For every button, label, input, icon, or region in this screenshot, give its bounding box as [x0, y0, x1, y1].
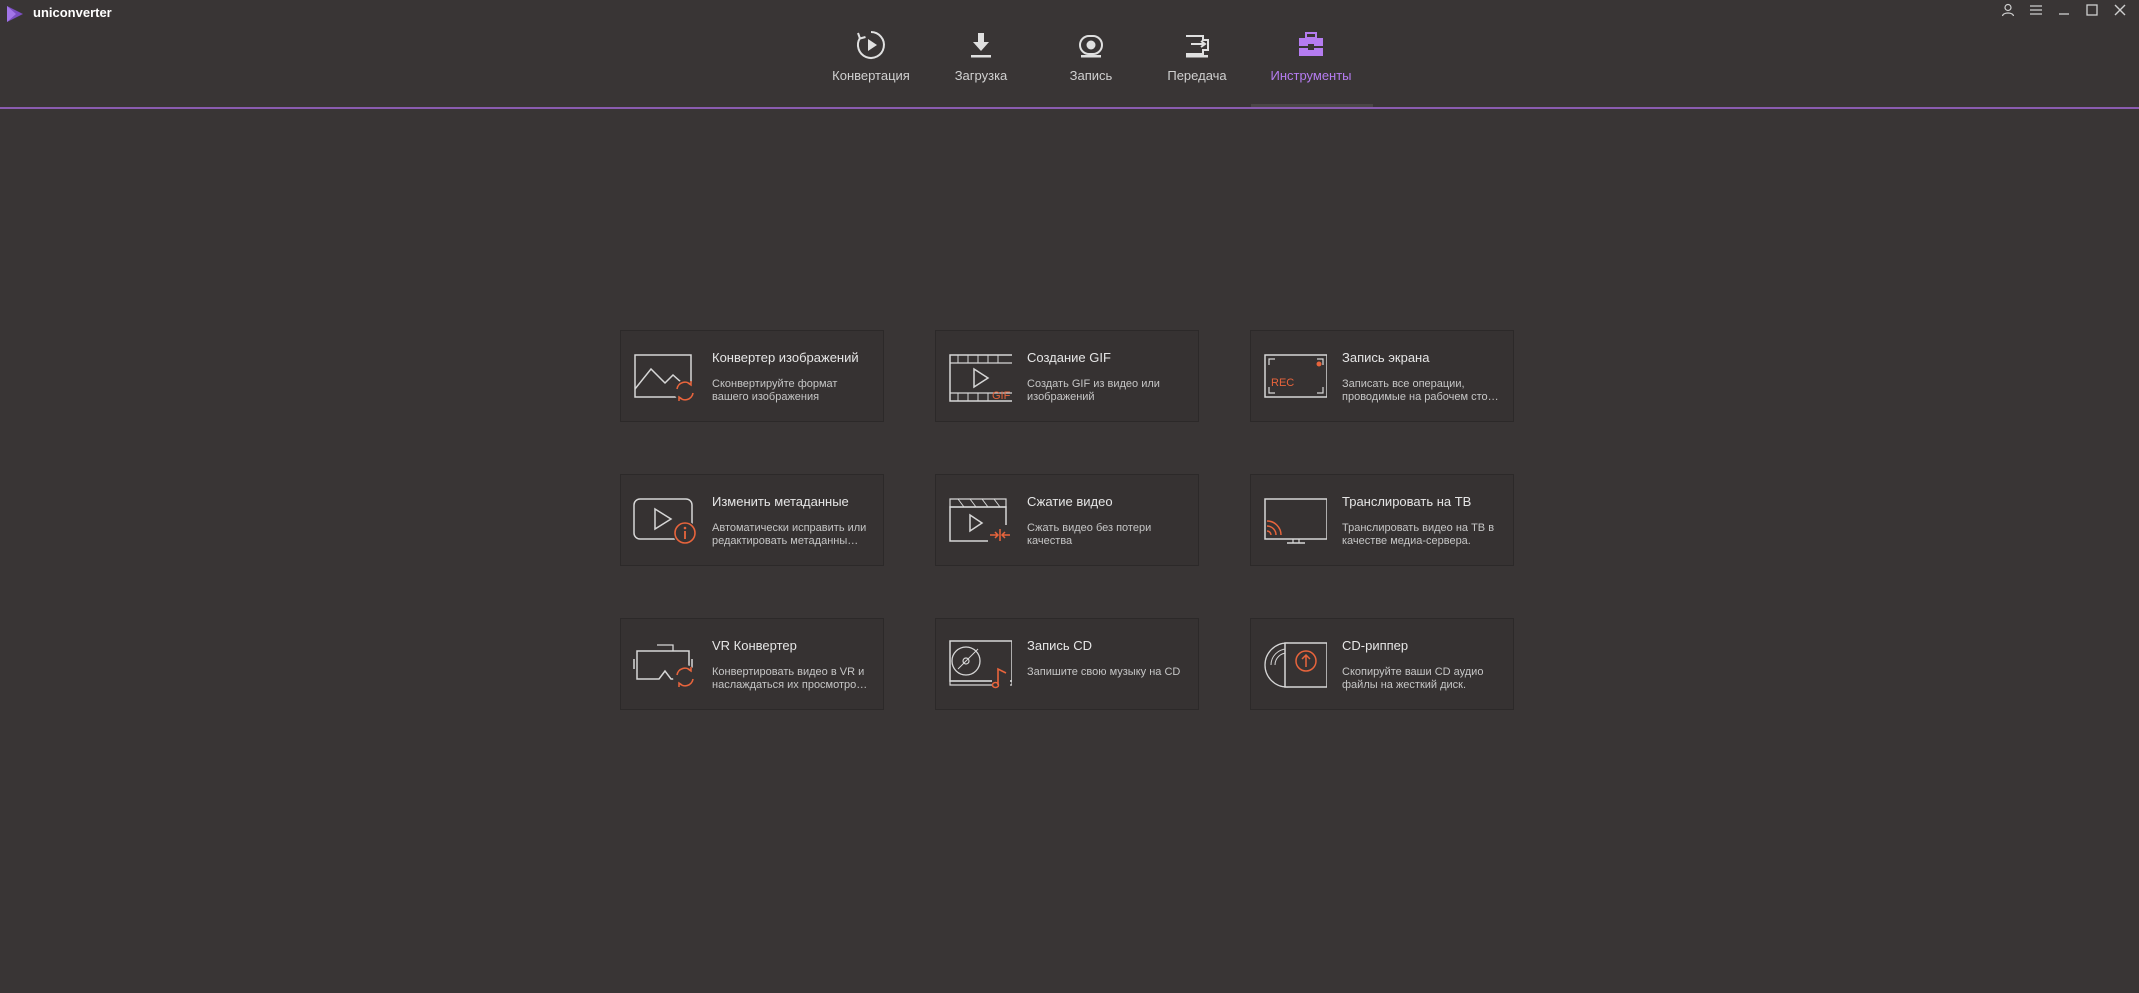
- tool-title: CD-риппер: [1342, 638, 1409, 653]
- tool-title: Транслировать на ТВ: [1342, 494, 1472, 509]
- tab-label: Передача: [1167, 68, 1227, 83]
- tool-title: Конвертер изображений: [712, 350, 859, 365]
- tool-card-cd-ripper[interactable]: CD-риппер Скопируйте ваши CD аудио файлы…: [1250, 618, 1514, 710]
- tool-description: Конвертировать видео в VR и наслаждаться…: [712, 666, 868, 691]
- compress-icon: [949, 498, 1012, 545]
- nav-divider: [0, 107, 2139, 109]
- tool-description: Создать GIF из видео или изображений: [1027, 378, 1160, 403]
- svg-text:REC: REC: [1271, 377, 1294, 389]
- svg-text:GIF: GIF: [992, 390, 1011, 402]
- tool-title: VR Конвертер: [712, 638, 797, 653]
- tool-card-metadata-editor[interactable]: Изменить метаданные Автоматически исправ…: [620, 474, 884, 566]
- tab-label: Запись: [1069, 68, 1113, 83]
- top-navigation: Конвертация Загрузка Запись Передача Инс…: [0, 0, 2139, 109]
- tab-convert[interactable]: Конвертация: [826, 28, 916, 108]
- tool-card-video-compressor[interactable]: Сжатие видео Сжать видео без потери каче…: [935, 474, 1199, 566]
- tool-description: Автоматически исправить или редактироват…: [712, 522, 867, 547]
- tab-label: Конвертация: [832, 68, 910, 83]
- tool-description: Запишите свою музыку на CD: [1027, 666, 1181, 678]
- download-icon: [964, 28, 998, 62]
- image-convert-icon: [634, 354, 696, 402]
- screen-record-icon: REC: [1264, 354, 1327, 398]
- tool-description: Сконвертируйте формат вашего изображения: [712, 378, 838, 403]
- tool-card-cd-burner[interactable]: Запись CD Запишите свою музыку на CD: [935, 618, 1199, 710]
- tool-card-screen-recorder[interactable]: REC Запись экрана Записать все операции,…: [1250, 330, 1514, 422]
- tool-title: Запись экрана: [1342, 350, 1430, 365]
- tool-description: Записать все операции, проводимые на раб…: [1342, 378, 1499, 403]
- tab-record[interactable]: Запись: [1056, 28, 1126, 108]
- tab-tools[interactable]: Инструменты: [1265, 28, 1357, 108]
- tool-card-vr-converter[interactable]: VR Конвертер Конвертировать видео в VR и…: [620, 618, 884, 710]
- tool-description: Транслировать видео на ТВ в качестве мед…: [1342, 522, 1495, 547]
- tab-label: Загрузка: [954, 68, 1008, 83]
- tool-title: Создание GIF: [1027, 350, 1111, 365]
- record-icon: [1074, 28, 1108, 62]
- transfer-icon: [1180, 28, 1214, 62]
- tool-description: Скопируйте ваши CD аудио файлы на жестки…: [1342, 666, 1484, 691]
- tab-label: Инструменты: [1270, 68, 1352, 83]
- gif-icon: GIF: [949, 354, 1012, 402]
- metadata-icon: [633, 498, 697, 545]
- cd-ripper-icon: [1264, 642, 1327, 688]
- tool-card-image-converter[interactable]: Конвертер изображений Сконвертируйте фор…: [620, 330, 884, 422]
- vr-icon: [633, 644, 697, 689]
- tool-card-gif-maker[interactable]: GIF Создание GIF Создать GIF из видео ил…: [935, 330, 1199, 422]
- convert-icon: [854, 28, 888, 62]
- tab-transfer[interactable]: Передача: [1162, 28, 1232, 108]
- toolbox-icon: [1294, 28, 1328, 62]
- tab-download[interactable]: Загрузка: [945, 28, 1017, 108]
- tool-title: Изменить метаданные: [712, 494, 849, 509]
- cast-tv-icon: [1264, 498, 1327, 544]
- tool-description: Сжать видео без потери качества: [1027, 522, 1152, 547]
- cd-burn-icon: [949, 640, 1012, 689]
- tool-title: Запись CD: [1027, 638, 1093, 653]
- tool-card-cast-to-tv[interactable]: Транслировать на ТВ Транслировать видео …: [1250, 474, 1514, 566]
- tool-title: Сжатие видео: [1027, 494, 1113, 509]
